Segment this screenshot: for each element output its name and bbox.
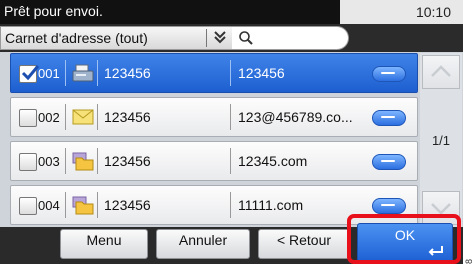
panel-screen: Prêt pour envoi. 10:10 Carnet d'adresse … [0,0,463,264]
column-divider [230,104,231,130]
side-code: 8 [464,258,474,264]
ok-label: OK [394,227,416,243]
detail-button[interactable] [372,154,406,170]
row-number: 002 [38,110,60,125]
row-checkbox[interactable] [19,65,40,83]
filter-row: Carnet d'adresse (tout) [0,24,463,52]
scroll-up-button[interactable] [422,55,460,89]
contact-address: 123@456789.co... [238,109,353,125]
menu-button[interactable]: Menu [60,229,148,259]
search-icon [239,31,253,45]
column-divider [97,60,98,86]
status-message-area: Prêt pour envoi. [0,0,340,24]
column-divider [65,104,66,130]
checkmark-icon [21,65,40,81]
cancel-button[interactable]: Annuler [156,229,250,259]
row-checkbox[interactable] [19,197,37,215]
folder-icon [72,196,94,215]
row-checkbox[interactable] [19,153,37,171]
column-divider [97,104,98,130]
chevron-up-icon [431,65,451,77]
contact-name: 123456 [104,153,151,169]
column-divider [230,60,231,86]
page-indicator: 1/1 [431,133,451,148]
fax-icon [72,64,94,82]
address-row[interactable]: 001 123456 123456 [10,53,418,93]
detail-button[interactable] [372,66,406,82]
address-book-dropdown[interactable]: Carnet d'adresse (tout) [0,26,234,50]
contact-address: 12345.com [238,153,308,169]
clock: 10:10 [415,4,451,20]
chevron-down-icon [431,203,451,215]
column-divider [97,192,98,218]
address-book-selected: Carnet d'adresse (tout) [5,30,148,46]
row-number: 004 [38,198,60,213]
row-checkbox[interactable] [19,109,37,127]
dropdown-divider [206,29,207,47]
address-row[interactable]: 004 123456 11111.com [10,185,418,225]
contact-address: 123456 [238,65,285,81]
scroll-column: 1/1 [420,53,462,227]
double-chevron-down-icon [212,29,228,49]
column-divider [230,192,231,218]
column-divider [65,148,66,174]
contact-name: 123456 [104,197,151,213]
back-button[interactable]: < Retour [258,229,350,259]
detail-button[interactable] [372,198,406,214]
search-input[interactable] [232,26,349,50]
status-bar: Prêt pour envoi. 10:10 [0,0,463,24]
column-divider [65,192,66,218]
contact-name: 123456 [104,109,151,125]
address-row[interactable]: 003 123456 12345.com [10,141,418,181]
ok-button[interactable]: OK [357,223,453,263]
row-number: 003 [38,154,60,169]
row-number: 001 [38,66,60,81]
contact-address: 11111.com [238,197,304,213]
address-list: 001 123456 123456 002 123456 123@456789.… [0,52,463,227]
bottom-action-bar: Menu Annuler < Retour OK [0,223,463,264]
envelope-icon [72,109,94,125]
enter-icon [428,246,443,256]
column-divider [97,148,98,174]
detail-button[interactable] [372,110,406,126]
column-divider [65,60,66,86]
address-row[interactable]: 002 123456 123@456789.co... [10,97,418,137]
contact-name: 123456 [104,65,151,81]
folder-icon [72,152,94,171]
scroll-down-button[interactable] [422,191,460,225]
column-divider [230,148,231,174]
status-message: Prêt pour envoi. [4,3,103,19]
